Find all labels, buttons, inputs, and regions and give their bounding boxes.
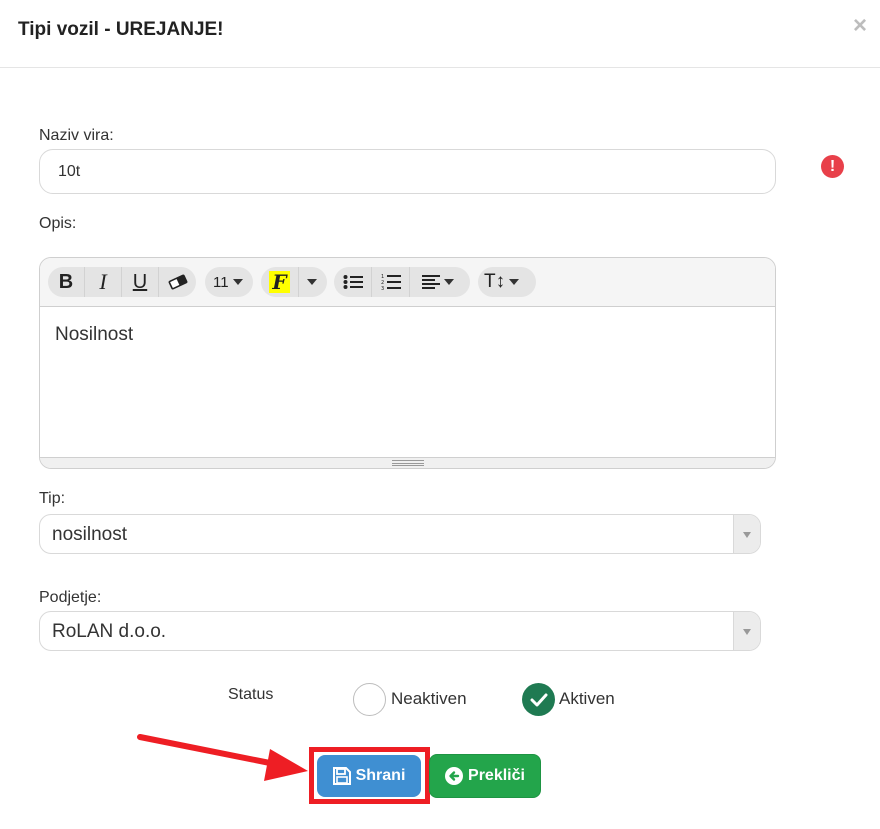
font-style-dropdown[interactable] [299,267,325,297]
bold-button[interactable]: B [48,267,85,297]
numbered-list-icon[interactable]: 123 [372,267,410,297]
italic-button[interactable]: I [85,267,122,297]
modal-title: Tipi vozil - UREJANJE! [18,19,224,40]
tip-select[interactable]: nosilnost [39,514,761,554]
text-height-group: T↕ [478,267,536,297]
font-size-dropdown[interactable]: 11 [213,267,243,297]
underline-button[interactable]: U [122,267,159,297]
font-style-group: F [261,267,327,297]
radio-aktiven-label[interactable]: Aktiven [559,689,615,709]
opis-label: Opis: [39,215,77,232]
annotation-arrow [137,734,308,781]
font-size-group: 11 [205,267,253,297]
style-group: B I U [48,267,196,297]
font-size-value: 11 [213,273,229,291]
editor-content[interactable]: Nosilnost [55,324,133,346]
svg-text:3: 3 [381,286,384,291]
editor-resize-handle[interactable] [40,457,775,468]
cancel-button-label: Prekliči [468,767,525,784]
podjetje-select-value: RoLAN d.o.o. [52,621,167,642]
alert-icon: ! [821,155,844,178]
eraser-icon[interactable] [159,267,196,297]
save-button-label: Shrani [355,767,406,784]
naziv-label: Naziv vira: [39,127,114,144]
align-icon[interactable] [410,267,466,297]
font-style-icon[interactable]: F [261,267,299,297]
font-style-glyph: F [269,271,290,293]
chevron-down-icon[interactable] [733,515,760,553]
radio-neaktiven-label[interactable]: Neaktiven [391,689,467,709]
naziv-input[interactable] [39,149,776,194]
text-height-glyph: T↕ [484,271,506,292]
podjetje-select[interactable]: RoLAN d.o.o. [39,611,761,651]
chevron-down-icon[interactable] [733,612,760,650]
arrow-left-circle-icon [445,767,464,785]
bullet-list-icon[interactable] [334,267,372,297]
podjetje-label: Podjetje: [39,589,102,606]
save-button[interactable]: Shrani [317,755,421,797]
tip-label: Tip: [39,490,66,507]
paragraph-group: 123 [334,267,470,297]
save-icon [332,767,351,785]
status-label: Status [228,686,274,703]
check-icon [530,693,547,706]
tip-select-value: nosilnost [52,524,127,545]
rich-text-editor: B I U 11 F 123 T↕ Nosilnost [39,257,776,469]
text-height-icon[interactable]: T↕ [484,267,520,297]
editor-toolbar: B I U 11 F 123 T↕ [40,258,775,307]
grip-icon [392,460,424,466]
cancel-button[interactable]: Prekliči [429,754,541,798]
modal-header: Tipi vozil - UREJANJE! × [0,0,880,68]
radio-aktiven[interactable] [522,683,555,716]
close-icon[interactable]: × [850,14,870,38]
radio-neaktiven[interactable] [353,683,386,716]
